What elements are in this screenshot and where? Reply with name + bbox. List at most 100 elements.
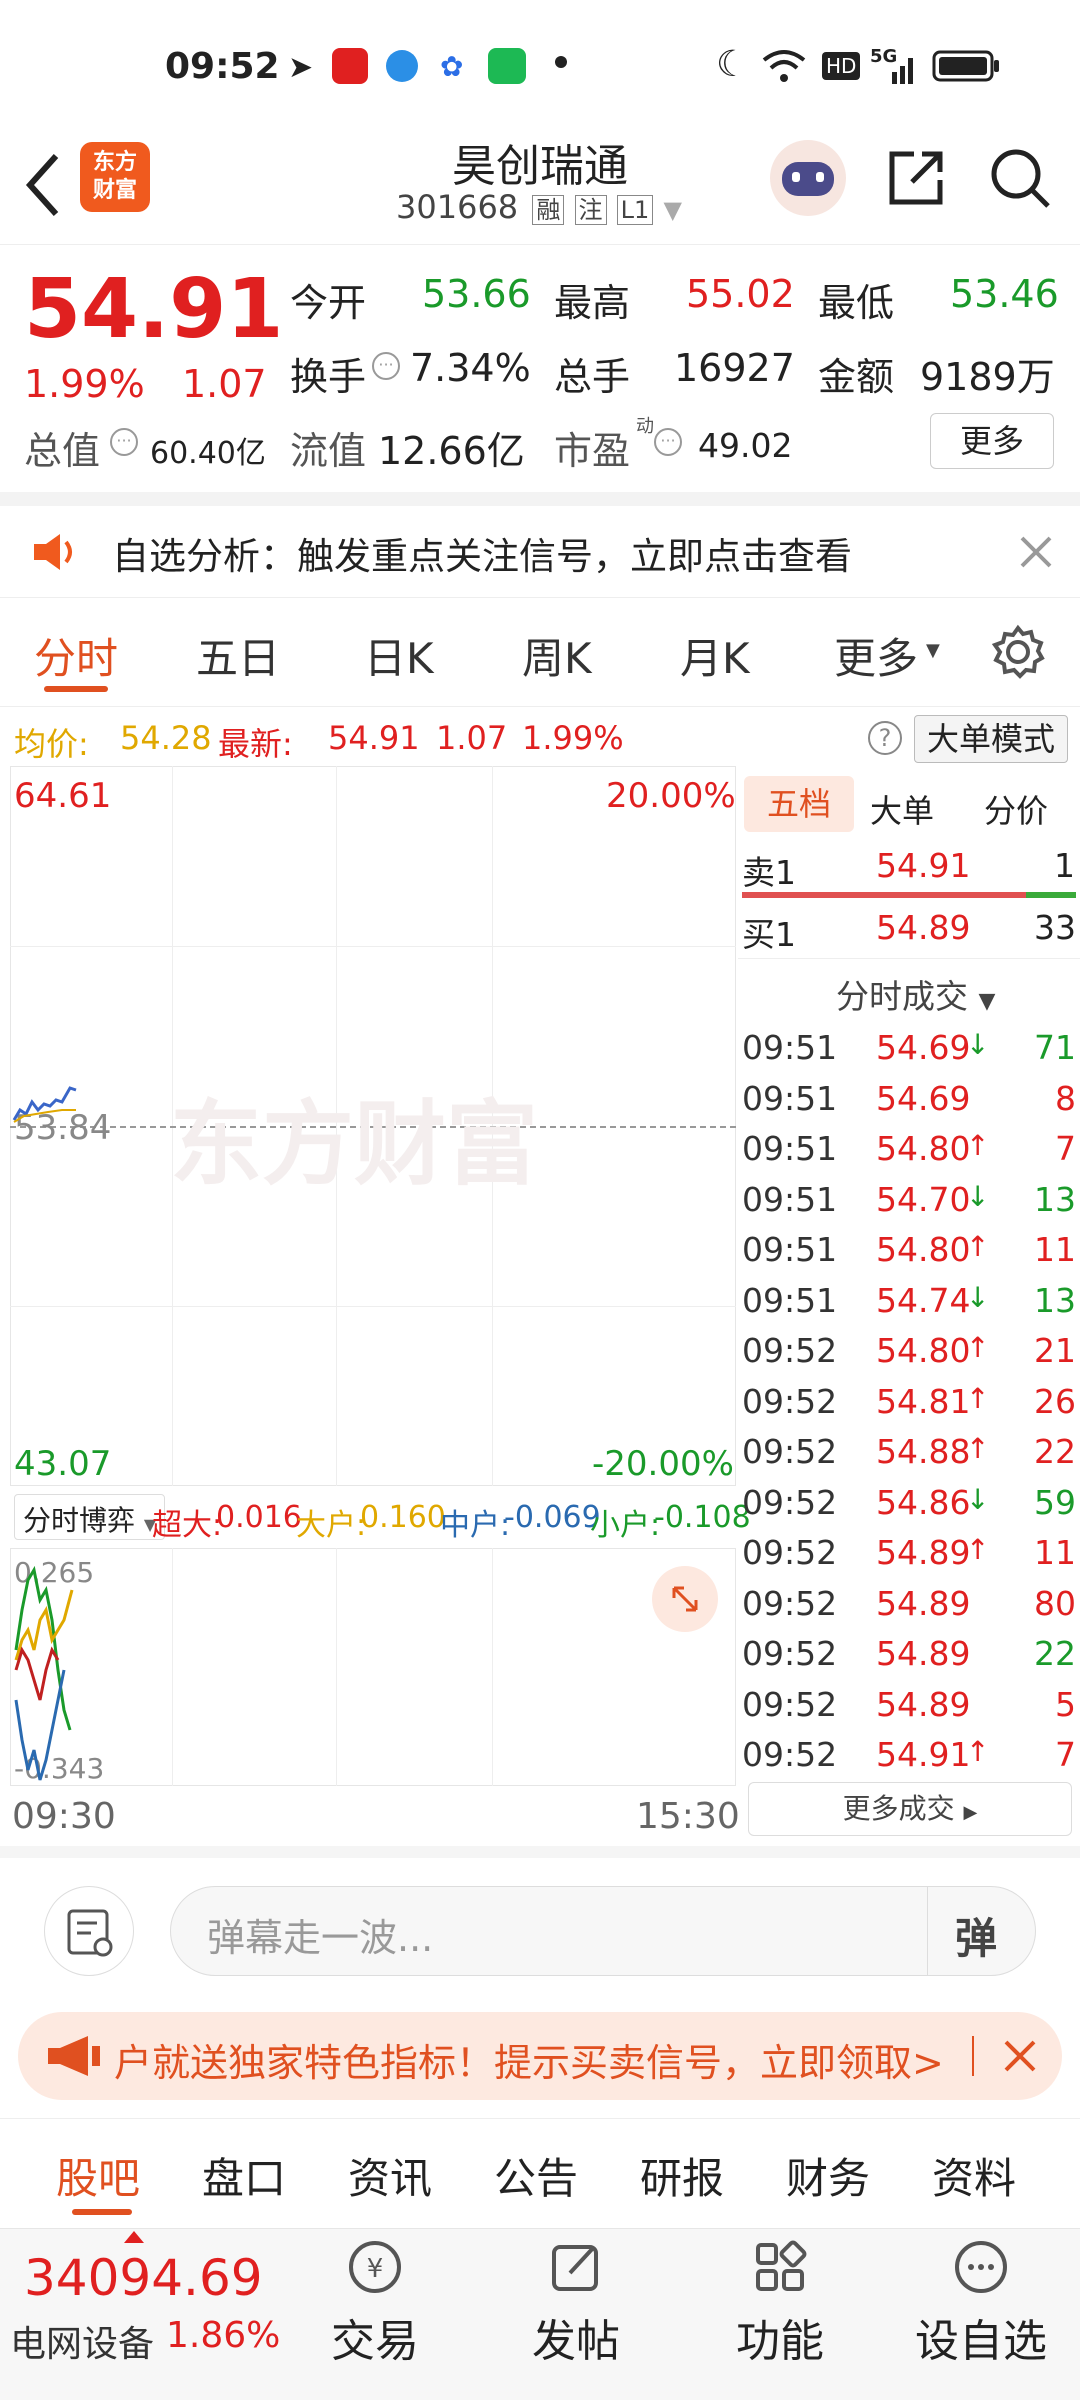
post-label: 发帖 <box>532 2316 620 2367</box>
index-name[interactable]: 电网设备 <box>10 2315 154 2367</box>
tab-five-day[interactable]: 五日 <box>196 625 280 686</box>
tab-profile[interactable]: 资料 <box>932 2145 1016 2206</box>
trades-title[interactable]: 分时成交 ▼ <box>836 970 995 1018</box>
buy1-volume: 33 <box>1034 908 1076 947</box>
expand-icon[interactable] <box>652 1566 718 1632</box>
float-value: 12.66亿 <box>378 429 525 473</box>
share-icon[interactable] <box>884 146 948 210</box>
tab-announcements[interactable]: 公告 <box>494 2145 578 2206</box>
back-icon[interactable] <box>20 150 66 220</box>
tab-weekly-k[interactable]: 周K <box>522 625 592 686</box>
wifi-icon <box>762 50 806 82</box>
danmaku-placeholder: 弹幕走一波... <box>207 1916 434 1960</box>
gear-icon[interactable] <box>990 624 1046 680</box>
app-notif-icon <box>332 48 368 84</box>
post-button[interactable]: 发帖 <box>526 2235 626 2375</box>
danmaku-input[interactable]: 弹幕走一波... 弹 <box>170 1886 1036 1976</box>
big-order-mode-button[interactable]: 大单模式 <box>914 715 1068 763</box>
speaker-icon <box>34 534 72 570</box>
more-dots-icon <box>955 2241 1007 2293</box>
price-line <box>12 1086 77 1123</box>
tab-five-level[interactable]: 五档 <box>744 776 854 832</box>
trade-row: 09:52 54.89 80 <box>738 1584 1080 1632</box>
volume-value: 16927 <box>674 346 795 390</box>
tab-finance[interactable]: 财务 <box>786 2145 870 2206</box>
index-percent: 1.86% <box>166 2315 281 2356</box>
flow-lines <box>14 1565 74 1781</box>
avg-value: 54.28 <box>120 719 212 757</box>
index-value[interactable]: 34094.69 <box>24 2249 263 2307</box>
last-value: 54.91 <box>328 719 420 757</box>
svg-text:¥: ¥ <box>367 2254 384 2284</box>
tab-guba[interactable]: 股吧 <box>56 2145 140 2206</box>
change-amount: 1.07 <box>182 362 267 406</box>
trade-row: 09:52 54.91 ↑ 7 <box>738 1735 1080 1783</box>
info-icon[interactable]: ··· <box>372 352 400 380</box>
help-icon[interactable]: ? <box>868 721 902 755</box>
trade-time: 09:51 <box>742 1028 838 1067</box>
arrow-down-icon: ↓ <box>966 1482 990 1516</box>
caret-up-icon <box>124 2231 144 2243</box>
tab-research[interactable]: 研报 <box>640 2145 724 2206</box>
flow-select[interactable]: 分时博弈 ▼ <box>14 1494 166 1540</box>
pe-value: 49.02 <box>698 426 793 465</box>
trade-price: 54.91 <box>876 1735 971 1774</box>
trade-row: 09:51 54.69 8 <box>738 1079 1080 1127</box>
trade-time: 09:52 <box>742 1583 838 1623</box>
trade-time: 09:51 <box>742 1129 838 1168</box>
small-label: 小户: <box>590 1508 661 1543</box>
trade-volume: 26 <box>1034 1381 1076 1421</box>
moon-icon: ☾ <box>716 44 749 85</box>
trade-time: 09:52 <box>742 1735 838 1774</box>
arrow-up-icon: ↑ <box>966 1735 990 1768</box>
danmaku-toggle-icon[interactable]: 弹 <box>955 1905 997 1966</box>
message-list-icon[interactable] <box>44 1886 134 1976</box>
trade-button[interactable]: ¥ 交易 <box>330 2235 420 2375</box>
trade-time: 09:52 <box>742 1482 838 1522</box>
sell1-price: 54.91 <box>876 846 971 885</box>
tab-more[interactable]: 更多 <box>834 625 918 686</box>
robot-assistant-icon[interactable] <box>770 140 846 216</box>
search-icon[interactable] <box>988 146 1054 212</box>
trade-row: 09:51 54.80 ↑ 7 <box>738 1129 1080 1177</box>
tab-pankou[interactable]: 盘口 <box>202 2145 286 2206</box>
trade-volume: 22 <box>1034 1432 1076 1471</box>
trade-label: 交易 <box>331 2316 419 2367</box>
arrow-down-icon: ↓ <box>966 1179 990 1213</box>
stock-code-line: 301668 融 注 L1 ▼ <box>396 188 682 226</box>
low-label: 最低 <box>818 281 895 325</box>
trade-volume: 59 <box>1034 1482 1076 1522</box>
close-icon[interactable] <box>1018 534 1054 570</box>
trade-row: 09:51 54.74 ↓ 13 <box>738 1281 1080 1329</box>
big-value: 0.160 <box>360 1500 446 1535</box>
change-percent: 1.99% <box>24 362 145 406</box>
add-watchlist-button[interactable]: 设自选 <box>906 2235 1056 2375</box>
chevron-down-icon[interactable]: ▼ <box>663 196 681 224</box>
chart-bottom-price: 43.07 <box>14 1444 112 1484</box>
trades-title-text: 分时成交 <box>836 977 968 1016</box>
tab-daily-k[interactable]: 日K <box>364 625 434 686</box>
info-icon[interactable]: ··· <box>654 428 682 456</box>
info-icon[interactable]: ··· <box>110 428 138 456</box>
close-icon[interactable] <box>1002 2038 1038 2074</box>
float-label: 流值 <box>290 429 367 473</box>
status-time: 09:52 <box>165 46 280 87</box>
more-quote-button[interactable]: 更多 <box>930 413 1054 469</box>
tab-big-order[interactable]: 大单 <box>870 786 934 832</box>
notice-text: 自选分析：触发重点关注信号，立即点击查看 <box>112 535 852 578</box>
trade-volume: 21 <box>1034 1331 1076 1370</box>
function-button[interactable]: 功能 <box>730 2235 830 2375</box>
promo-banner[interactable]: 户就送独家特色指标！提示买卖信号，立即领取> <box>18 2012 1062 2100</box>
tab-news[interactable]: 资讯 <box>348 2145 432 2206</box>
flow-chart[interactable] <box>10 1548 736 1786</box>
promo-text: 户就送独家特色指标！提示买卖信号，立即领取> <box>114 2041 944 2085</box>
arrow-up-icon: ↑ <box>966 1331 990 1364</box>
more-trades-button[interactable]: 更多成交 ▶ <box>748 1782 1072 1836</box>
tab-price-volume[interactable]: 分价 <box>984 786 1048 832</box>
tab-monthly-k[interactable]: 月K <box>680 625 750 686</box>
turnover-value: 7.34% <box>410 346 531 390</box>
notice-bar[interactable]: 自选分析：触发重点关注信号，立即点击查看 <box>0 492 1080 598</box>
buy-bar <box>1026 892 1076 898</box>
tab-intraday[interactable]: 分时 <box>34 625 118 686</box>
caret-right-icon: ▶ <box>963 1802 978 1823</box>
